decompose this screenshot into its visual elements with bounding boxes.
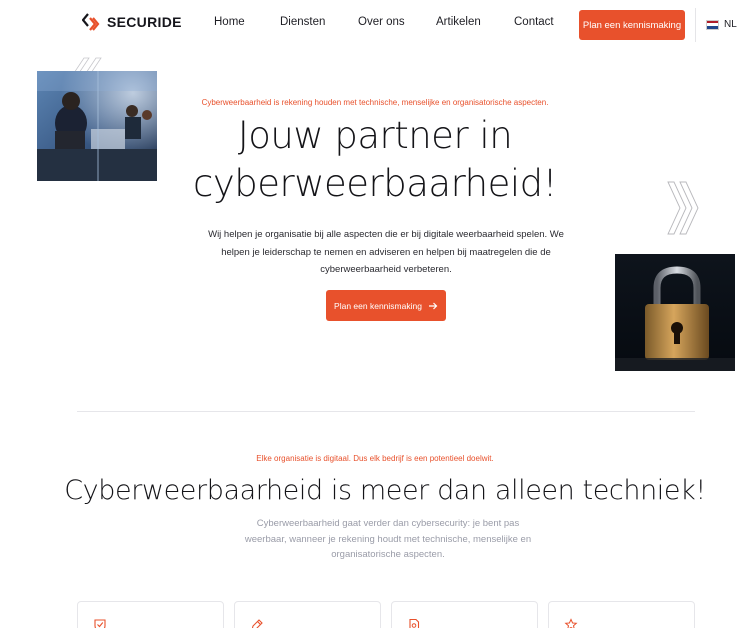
nav-over-ons[interactable]: Over ons (358, 16, 405, 28)
header-divider (695, 8, 696, 42)
arrow-right-icon (428, 302, 438, 309)
feature-card[interactable] (234, 601, 381, 628)
section-divider (77, 411, 695, 412)
logo-text: SECURIDE (107, 14, 182, 30)
nav-artikelen[interactable]: Artikelen (436, 16, 481, 28)
logo[interactable]: SECURIDE (82, 12, 182, 32)
feature-card[interactable] (77, 601, 224, 628)
chevron-outline-right-decoration-icon (667, 181, 699, 235)
hero-cta-label: Plan een kennismaking (334, 300, 422, 311)
plan-kennismaking-button[interactable]: Plan een kennismaking (579, 10, 685, 40)
shield-check-icon (94, 619, 106, 628)
pen-tool-icon (251, 619, 263, 628)
hero-title-line-2: cyberweerbaarheid! (193, 162, 557, 205)
language-label: NL (724, 19, 737, 30)
language-switcher[interactable]: NL (706, 19, 737, 30)
nav-diensten[interactable]: Diensten (280, 16, 325, 28)
hero-title: Jouw partner in cyberweerbaarheid! (130, 112, 620, 208)
nl-flag-icon (706, 19, 719, 30)
hero-plan-kennismaking-button[interactable]: Plan een kennismaking (326, 290, 446, 321)
star-icon (564, 618, 578, 628)
hero-eyebrow: Cyberweerbaarheid is rekening houden met… (201, 98, 549, 107)
file-search-icon (409, 618, 420, 628)
feature-card[interactable] (391, 601, 538, 628)
feature-card[interactable] (548, 601, 695, 628)
logo-chevrons-icon (82, 13, 100, 31)
nav-contact[interactable]: Contact (514, 16, 554, 28)
section-eyebrow: Elke organisatie is digitaal. Dus elk be… (256, 454, 494, 463)
nav-home[interactable]: Home (214, 16, 245, 28)
site-header: SECURIDE Home Diensten Over ons Artikele… (0, 0, 750, 50)
section-title: Cyberweerbaarheid is meer dan alleen tec… (64, 475, 706, 506)
section-description: Cyberweerbaarheid gaat verder dan cybers… (244, 518, 532, 560)
hero-description: Wij helpen je organisatie bij alle aspec… (208, 229, 564, 275)
padlock-photo (615, 254, 735, 371)
hero-title-line-1: Jouw partner in (237, 114, 513, 157)
